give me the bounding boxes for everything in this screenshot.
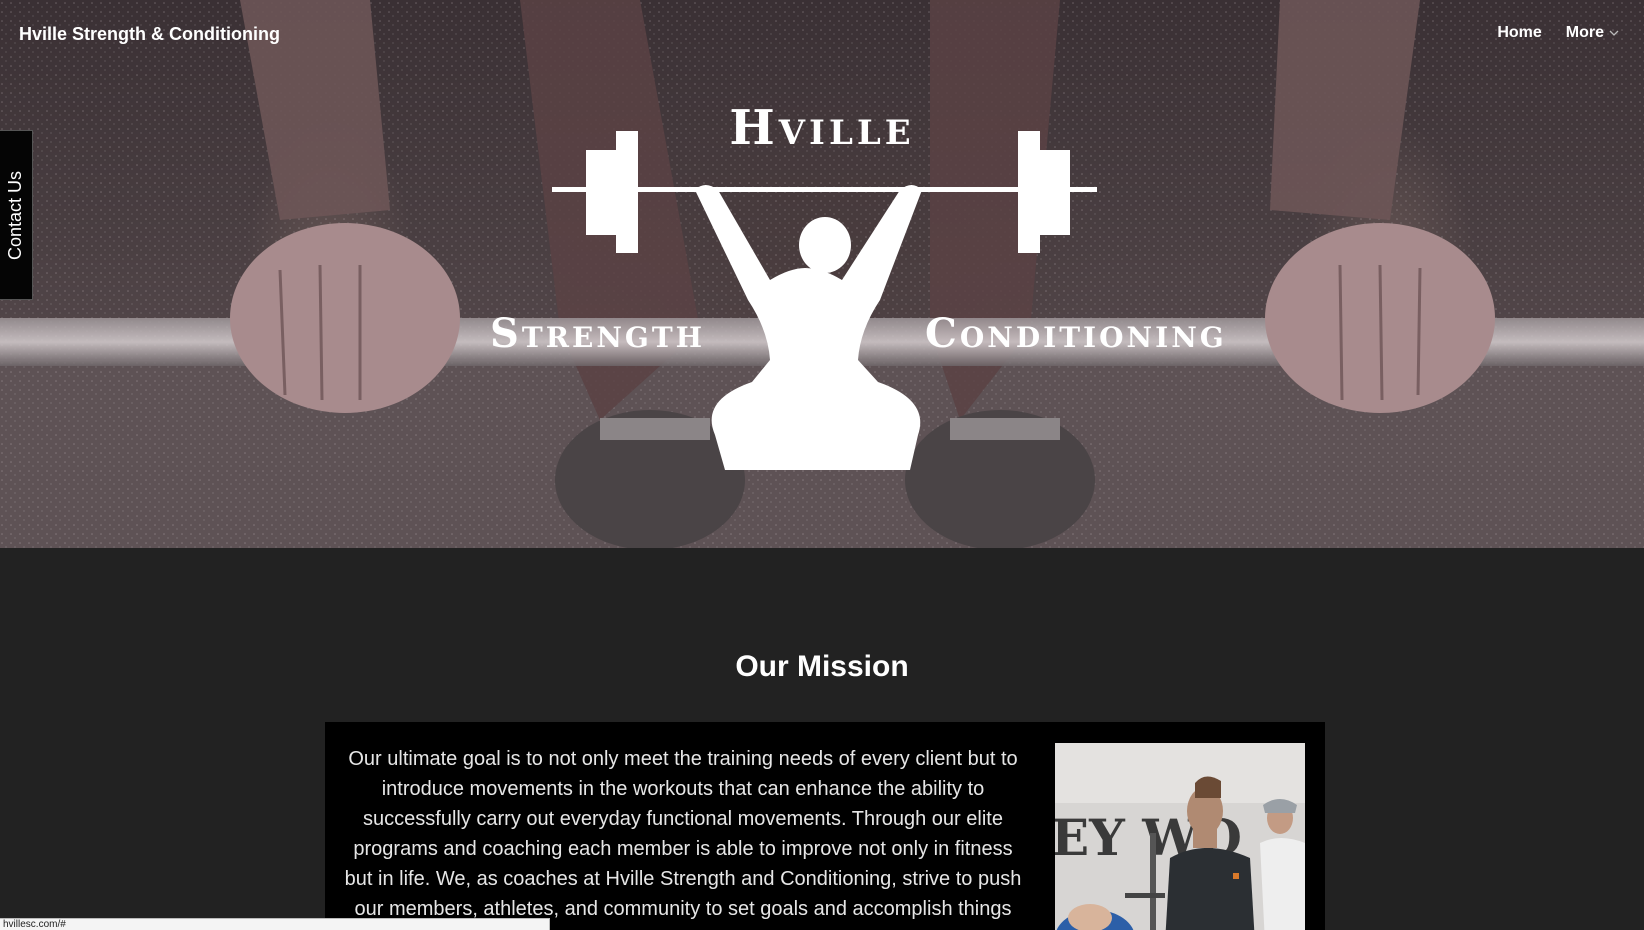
hero-background-image bbox=[0, 0, 1644, 548]
mission-heading: Our Mission bbox=[735, 650, 909, 683]
chevron-down-icon bbox=[1609, 30, 1619, 36]
logo-word-strength: Strength bbox=[490, 310, 706, 357]
mission-card: Our ultimate goal is to not only meet th… bbox=[325, 722, 1325, 930]
site-title[interactable]: Hville Strength & Conditioning bbox=[19, 24, 280, 45]
logo-word-and: and bbox=[780, 310, 861, 357]
mission-body-text: Our ultimate goal is to not only meet th… bbox=[344, 748, 1022, 920]
coach-photo: EY WO bbox=[1055, 743, 1305, 930]
logo-title: Hville bbox=[729, 100, 915, 156]
hero-banner: Hville Strength & Conditioning Home More… bbox=[0, 0, 1644, 548]
browser-status-bar: hvillesc.com/# bbox=[0, 918, 550, 930]
nav-home-link[interactable]: Home bbox=[1497, 24, 1541, 42]
top-nav: Home More bbox=[1497, 24, 1620, 42]
nav-more-dropdown[interactable]: More bbox=[1566, 24, 1620, 42]
nav-more-label: More bbox=[1565, 24, 1604, 41]
logo-word-conditioning: Conditioning bbox=[925, 310, 1227, 357]
contact-us-label: Contact Us bbox=[5, 170, 26, 260]
